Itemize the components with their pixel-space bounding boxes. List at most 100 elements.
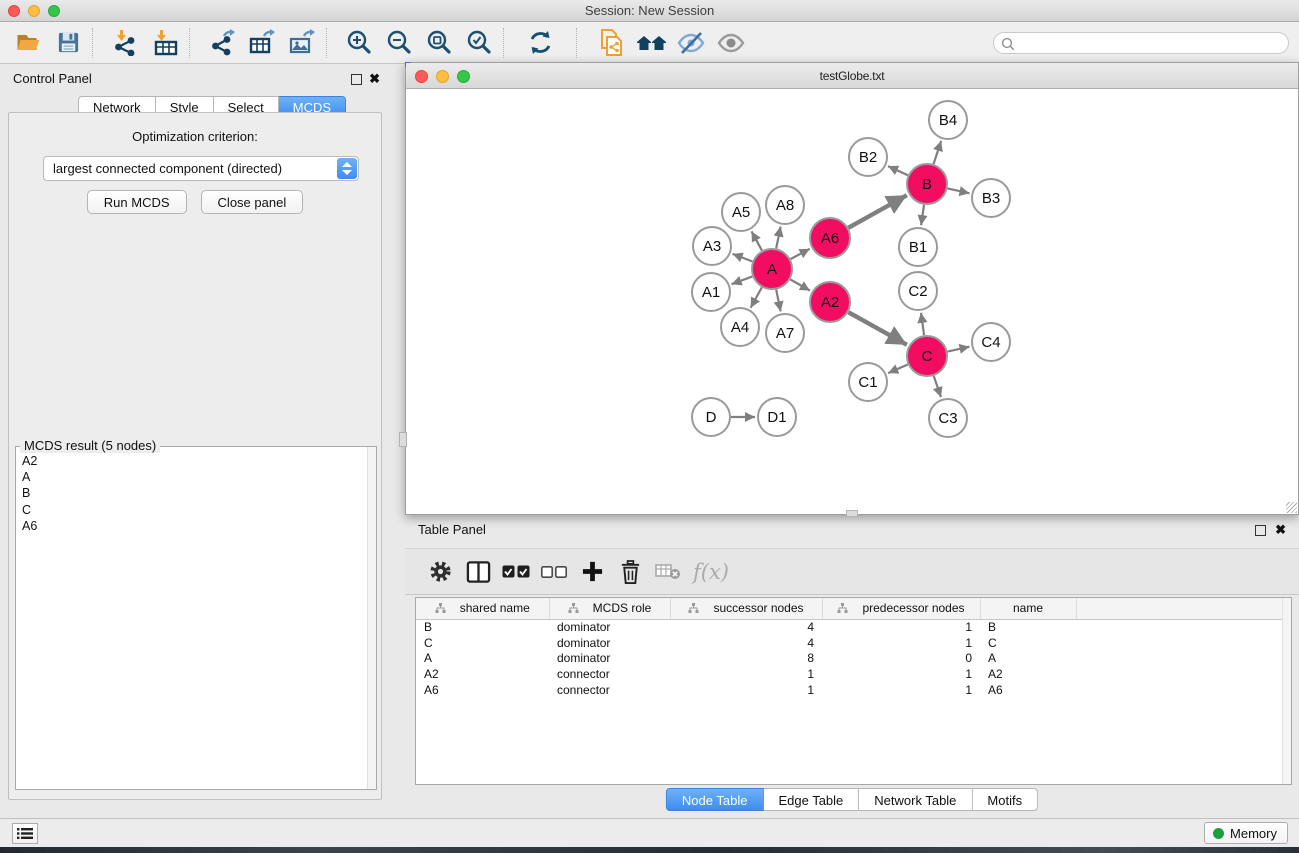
graph-edge-B-B4[interactable] (934, 141, 942, 164)
import-table-icon[interactable] (145, 25, 185, 61)
float-table-panel-icon[interactable] (1255, 525, 1266, 536)
splitpane-grip[interactable] (399, 432, 407, 447)
graph-edge-B-B1[interactable] (921, 205, 924, 225)
result-item[interactable]: A2 (22, 454, 366, 470)
graph-edge-C-C1[interactable] (888, 364, 908, 373)
graph-edge-C-C3[interactable] (934, 376, 941, 397)
column-header-MCDS-role[interactable]: MCDS role (549, 598, 670, 619)
table-row[interactable]: A6connector11A6 (416, 682, 1291, 698)
graph-node-C2[interactable]: C2 (899, 272, 937, 310)
save-session-icon[interactable] (48, 25, 88, 61)
close-panel-icon[interactable]: ✖ (369, 71, 380, 86)
graph-node-D1[interactable]: D1 (758, 398, 796, 436)
delete-column-icon[interactable] (611, 553, 649, 591)
resize-grip-icon[interactable] (1286, 502, 1297, 513)
table-cell: B (416, 619, 549, 635)
memory-button[interactable]: Memory (1204, 822, 1288, 844)
tab-network-table[interactable]: Network Table (859, 788, 972, 811)
result-item[interactable]: A (22, 470, 366, 486)
graph-node-C4[interactable]: C4 (972, 323, 1010, 361)
export-table-icon[interactable] (242, 25, 282, 61)
graph-edge-A-A4[interactable] (751, 287, 762, 307)
graph-node-B4[interactable]: B4 (929, 101, 967, 139)
graph-node-A4[interactable]: A4 (721, 308, 759, 346)
main-toolbar (0, 22, 1299, 64)
tab-motifs[interactable]: Motifs (972, 788, 1038, 811)
tab-node-table[interactable]: Node Table (666, 788, 764, 811)
clone-network-icon[interactable] (591, 25, 631, 61)
splitpane-grip-horizontal[interactable] (846, 510, 858, 517)
zoom-out-icon[interactable] (379, 25, 419, 61)
graph-edge-A2-C[interactable] (848, 312, 907, 345)
zoom-fit-icon[interactable] (419, 25, 459, 61)
open-session-icon[interactable] (8, 25, 48, 61)
table-row[interactable]: Bdominator41B (416, 619, 1291, 635)
add-column-icon[interactable] (573, 553, 611, 591)
result-item[interactable]: A6 (22, 519, 366, 535)
graph-node-A7[interactable]: A7 (766, 314, 804, 352)
zoom-in-icon[interactable] (339, 25, 379, 61)
graph-node-D[interactable]: D (692, 398, 730, 436)
graph-node-A2[interactable]: A2 (810, 282, 850, 322)
hide-selected-icon[interactable] (671, 25, 711, 61)
birds-eye-icon[interactable] (631, 25, 671, 61)
graph-node-B2[interactable]: B2 (849, 138, 887, 176)
graph-node-B[interactable]: B (907, 164, 947, 204)
graph-edge-A-A2[interactable] (790, 279, 810, 290)
network-canvas[interactable]: B4 B2 B B3 A8A5 A6 A3 B1 A A1 C2 A2 A4A7 C4 C C1 D D1 C3 (406, 89, 1298, 514)
graph-node-A5[interactable]: A5 (722, 193, 760, 231)
column-header-name[interactable]: name (980, 598, 1076, 619)
float-panel-icon[interactable] (351, 74, 362, 85)
graph-node-A8[interactable]: A8 (766, 186, 804, 224)
table-row[interactable]: A2connector11A2 (416, 666, 1291, 682)
graph-node-A[interactable]: A (752, 249, 792, 289)
result-item[interactable]: C (22, 503, 366, 519)
memory-label: Memory (1230, 826, 1277, 841)
graph-edge-C-C4[interactable] (948, 347, 970, 352)
search-input[interactable] (1018, 34, 1278, 52)
table-row[interactable]: Adominator80A (416, 650, 1291, 666)
tab-edge-table[interactable]: Edge Table (763, 788, 859, 811)
graph-node-C1[interactable]: C1 (849, 363, 887, 401)
graph-edge-B-B2[interactable] (888, 166, 908, 175)
import-network-icon[interactable] (105, 25, 145, 61)
graph-node-B3[interactable]: B3 (972, 179, 1010, 217)
result-scrollbar[interactable] (367, 447, 376, 789)
graph-node-A3[interactable]: A3 (693, 227, 731, 265)
graph-node-A6[interactable]: A6 (810, 218, 850, 258)
graph-edge-A-A5[interactable] (752, 231, 762, 250)
column-header-shared-name[interactable]: shared name (416, 598, 549, 619)
column-header-successor-nodes[interactable]: successor nodes (670, 598, 822, 619)
close-table-panel-icon[interactable]: ✖ (1275, 522, 1286, 537)
graph-node-B1[interactable]: B1 (899, 228, 937, 266)
graph-edge-B-B3[interactable] (948, 188, 970, 193)
export-network-icon[interactable] (202, 25, 242, 61)
zoom-selected-icon[interactable] (459, 25, 499, 61)
graph-edge-A-A1[interactable] (732, 276, 753, 284)
criterion-dropdown[interactable]: largest connected component (directed) (43, 156, 359, 181)
show-columns-icon[interactable] (459, 553, 497, 591)
graph-node-C3[interactable]: C3 (929, 399, 967, 437)
column-header-predecessor-nodes[interactable]: predecessor nodes (822, 598, 980, 619)
table-scrollbar[interactable] (1282, 598, 1291, 784)
task-history-icon[interactable] (12, 823, 38, 844)
table-options-icon[interactable] (421, 553, 459, 591)
graph-edge-A-A7[interactable] (776, 290, 780, 312)
show-all-icon[interactable] (711, 25, 751, 61)
close-panel-button[interactable]: Close panel (201, 190, 304, 214)
result-item[interactable]: B (22, 486, 366, 502)
graph-node-A1[interactable]: A1 (692, 273, 730, 311)
table-cell: 8 (670, 650, 822, 666)
refresh-icon[interactable] (520, 25, 560, 61)
graph-edge-A-A8[interactable] (776, 227, 780, 249)
graph-edge-C-C2[interactable] (921, 313, 924, 335)
graph-node-C[interactable]: C (907, 336, 947, 376)
select-all-checks-icon[interactable] (497, 553, 535, 591)
graph-edge-A-A6[interactable] (791, 249, 810, 259)
export-image-icon[interactable] (282, 25, 322, 61)
deselect-all-checks-icon[interactable] (535, 553, 573, 591)
graph-edge-A6-B[interactable] (848, 195, 907, 228)
run-mcds-button[interactable]: Run MCDS (87, 190, 187, 214)
graph-edge-A-A3[interactable] (733, 254, 753, 262)
table-row[interactable]: Cdominator41C (416, 635, 1291, 651)
